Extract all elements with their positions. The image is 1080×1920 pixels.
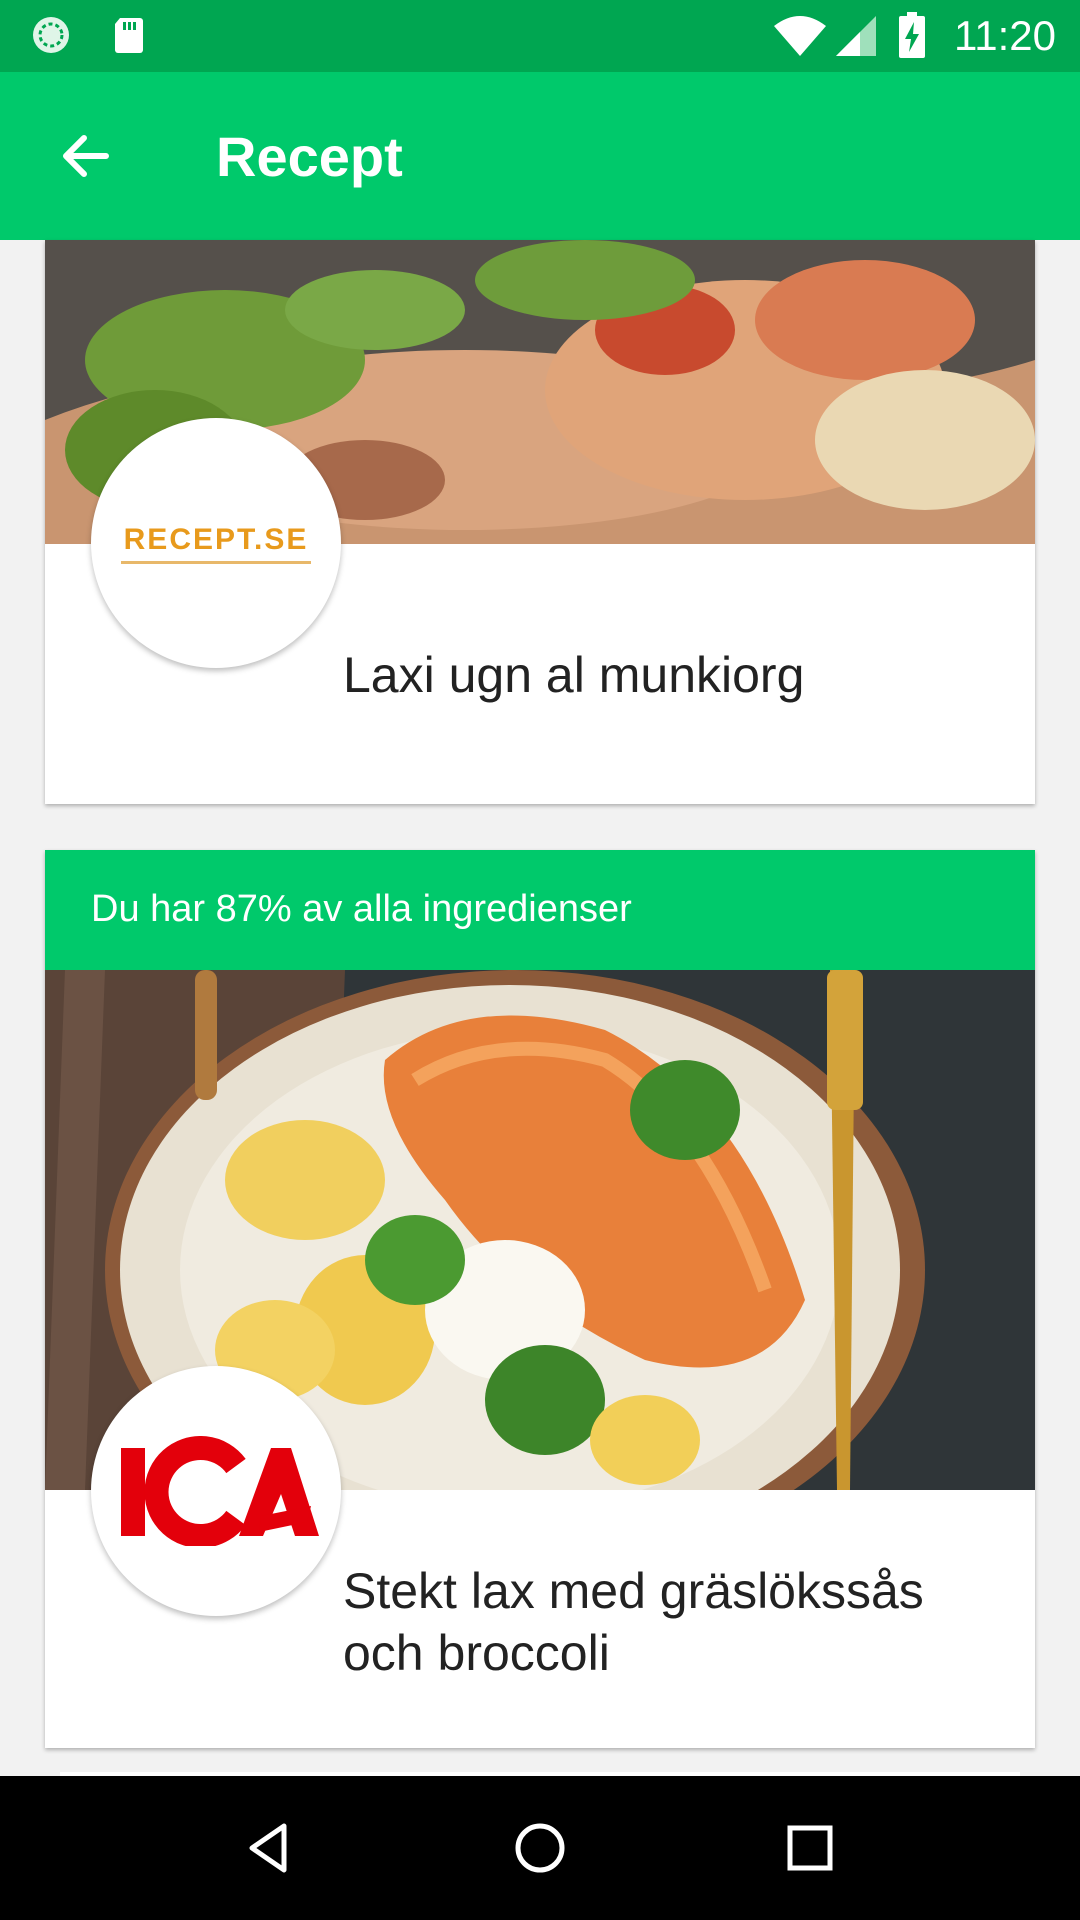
source-logo-recept-se: RECEPT.SE [91, 418, 341, 668]
ingredient-match-text: Du har 87% av alla ingredienser [91, 888, 632, 930]
recipe-title: Laxi ugn al munkiorg [343, 647, 805, 703]
recipe-card[interactable]: RECEPT.SE Laxi ugn al munkiorg [45, 240, 1035, 804]
arrow-left-icon[interactable] [44, 114, 128, 198]
recipe-card[interactable]: Du har 87% av alla ingredienser Stekt la… [45, 850, 1035, 1748]
home-circle-icon[interactable] [508, 1816, 572, 1880]
signal-icon [836, 16, 876, 56]
source-logo-ica: ICA [91, 1366, 341, 1616]
battery-charging-icon [899, 12, 925, 58]
sd-card-icon [115, 18, 143, 53]
ingredient-match-banner: Du har 87% av alla ingredienser [45, 850, 1035, 970]
recept-se-logo: RECEPT.SE [121, 523, 311, 564]
ica-logo [121, 1436, 319, 1546]
navigation-bar [0, 1776, 1080, 1920]
page-title: Recept [216, 125, 403, 188]
status-time: 11:20 [954, 12, 1056, 59]
recents-square-icon[interactable] [778, 1816, 842, 1880]
app-bar: Recept [0, 72, 1080, 240]
wifi-icon [774, 16, 826, 56]
status-bar: 11:20 [0, 0, 1080, 72]
back-triangle-icon[interactable] [238, 1816, 302, 1880]
recipe-title: Stekt lax med gräslökssås och broccoli [343, 1563, 924, 1681]
sync-icon [33, 17, 69, 53]
